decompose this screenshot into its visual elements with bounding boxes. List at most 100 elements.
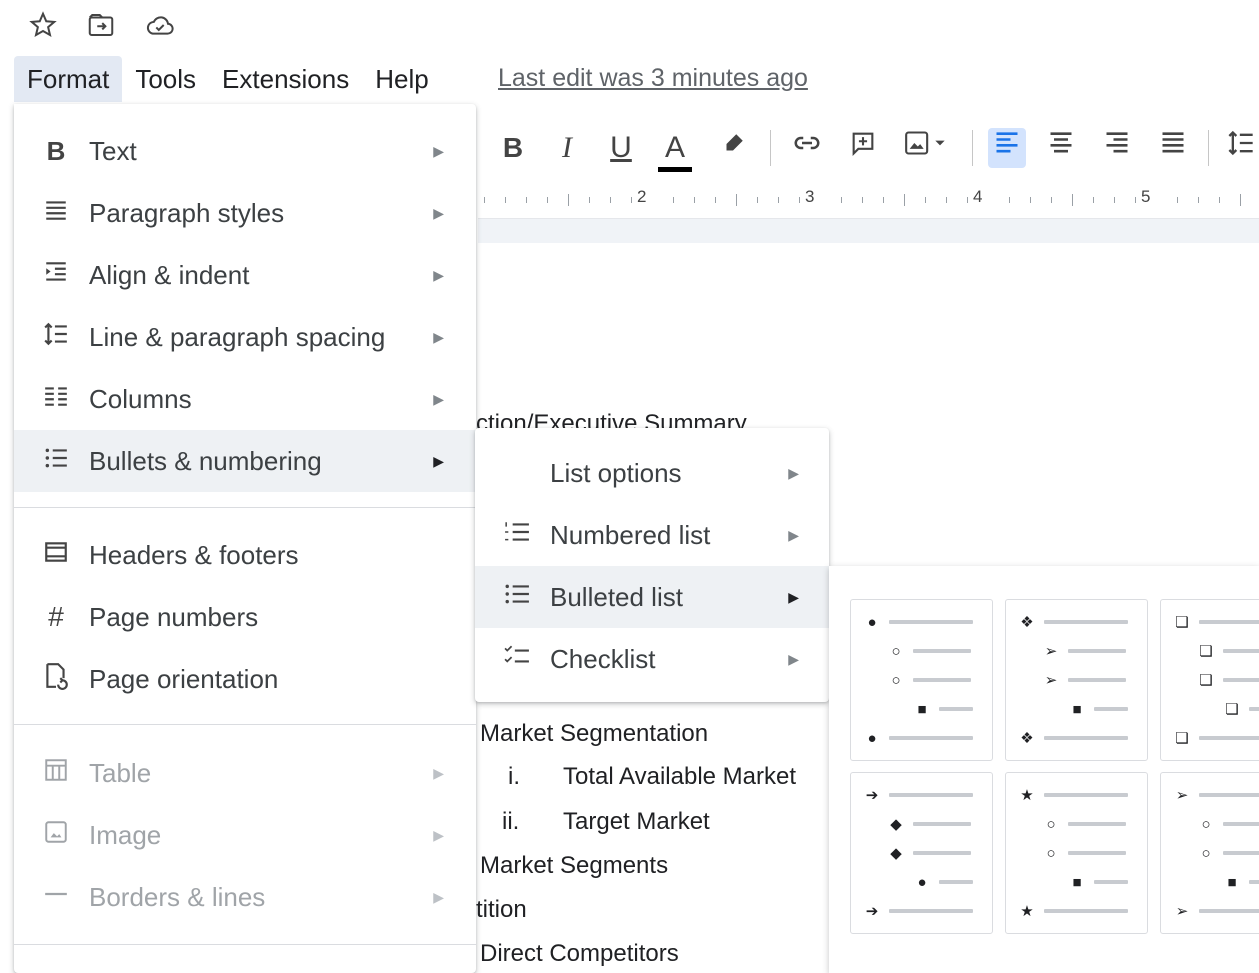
insert-link-button[interactable]	[788, 128, 826, 168]
bullet-glyph-icon: ○	[1201, 844, 1211, 862]
submenu-bulleted-list[interactable]: Bulleted list ▶	[475, 566, 829, 628]
italic-button[interactable]: I	[548, 128, 586, 168]
image-icon	[40, 819, 72, 852]
bullet-glyph-icon: ○	[1046, 815, 1056, 833]
underline-button[interactable]: U	[602, 128, 640, 168]
align-left-button[interactable]	[988, 128, 1026, 168]
bullet-preset-option[interactable]: ★ ○ ○ ■ ★	[1005, 772, 1148, 934]
align-right-button[interactable]	[1098, 128, 1136, 168]
ruler-tick	[526, 197, 527, 203]
bullet-preset-option[interactable]: ➢ ○ ○ ■ ➢	[1160, 772, 1259, 934]
format-menu-image[interactable]: Image ▶	[14, 804, 476, 866]
menu-item-label: Columns	[89, 383, 192, 414]
bold-button[interactable]: B	[494, 128, 532, 168]
bullet-preset-line: ❏	[1223, 698, 1259, 720]
menu-extensions[interactable]: Extensions	[209, 56, 362, 102]
align-center-button[interactable]	[1042, 128, 1080, 168]
menu-item-label: Checklist	[550, 643, 656, 674]
last-edit-link[interactable]: Last edit was 3 minutes ago	[498, 64, 808, 93]
bullet-preset-option[interactable]: ❏ ❏ ❏ ❏ ❏	[1160, 599, 1259, 761]
doc-line[interactable]: Direct Competitors	[480, 940, 679, 968]
bullet-preset-option[interactable]: ❖ ➢ ➢ ■ ❖	[1005, 599, 1148, 761]
format-menu-page-orientation[interactable]: Page orientation	[14, 648, 476, 710]
bullet-preset-text-line	[913, 678, 971, 682]
doc-line-numeral[interactable]: i.	[508, 763, 520, 791]
menu-help[interactable]: Help	[362, 56, 441, 102]
format-menu-text[interactable]: B Text ▶	[14, 120, 476, 182]
ruler-tick	[1177, 197, 1178, 203]
bullets-icon	[40, 445, 72, 478]
format-menu-table[interactable]: Table ▶	[14, 742, 476, 804]
bullet-preset-text-line	[1199, 736, 1259, 740]
bullet-preset-line: ●	[863, 727, 973, 749]
insert-image-button[interactable]	[896, 128, 956, 168]
format-menu-align-indent[interactable]: Align & indent ▶	[14, 244, 476, 306]
star-icon[interactable]	[28, 10, 58, 46]
bullet-preset-text-line	[1249, 707, 1259, 711]
numbered-list-icon	[501, 519, 533, 552]
cloud-saved-icon[interactable]	[144, 10, 176, 46]
format-menu-line-spacing[interactable]: Line & paragraph spacing ▶	[14, 306, 476, 368]
ruler[interactable]: 2 3 4 5	[478, 182, 1259, 219]
ruler-tick	[1135, 197, 1136, 203]
submenu-list-options[interactable]: List options ▶	[475, 442, 829, 504]
ruler-tick	[1009, 197, 1010, 203]
add-comment-button[interactable]	[844, 128, 882, 168]
doc-line[interactable]: Target Market	[563, 808, 710, 836]
format-menu: B Text ▶ Paragraph styles ▶ Align & inde…	[14, 104, 476, 973]
submenu-checklist[interactable]: Checklist ▶	[475, 628, 829, 690]
bullet-preset-line: ➢	[1042, 669, 1126, 691]
bullet-preset-text-line	[1044, 620, 1128, 624]
bullet-glyph-icon: ➢	[1175, 787, 1189, 804]
bullet-preset-option[interactable]: ● ○ ○ ■ ●	[850, 599, 993, 761]
format-menu-headers-footers[interactable]: Headers & footers	[14, 524, 476, 586]
bullet-glyph-icon: ❏	[1199, 643, 1213, 660]
line-spacing-button[interactable]	[1222, 128, 1259, 168]
highlight-color-button[interactable]	[714, 128, 752, 168]
doc-line[interactable]: tition	[476, 896, 527, 924]
bullet-preset-text-line	[1199, 793, 1259, 797]
menu-item-label: Text	[89, 135, 137, 166]
format-menu-paragraph-styles[interactable]: Paragraph styles ▶	[14, 182, 476, 244]
ruler-tick	[862, 197, 863, 203]
doc-line[interactable]: Total Available Market	[563, 763, 796, 791]
bullet-preset-text-line	[1068, 649, 1126, 653]
ruler-tick	[589, 197, 590, 203]
bullet-preset-text-line	[1094, 707, 1128, 711]
bullet-preset-line: ➢	[1173, 784, 1259, 806]
submenu-numbered-list[interactable]: Numbered list ▶	[475, 504, 829, 566]
format-menu-page-numbers[interactable]: # Page numbers	[14, 586, 476, 648]
doc-line-numeral[interactable]: ii.	[502, 808, 519, 836]
bullet-glyph-icon: ➔	[865, 903, 879, 920]
doc-line[interactable]: Market Segments	[480, 852, 668, 880]
format-menu-columns[interactable]: Columns ▶	[14, 368, 476, 430]
bullet-preset-option[interactable]: ➔ ◆ ◆ ● ➔	[850, 772, 993, 934]
text-color-button[interactable]: A	[656, 128, 694, 172]
ruler-tick	[1093, 197, 1094, 203]
ruler-tick	[1240, 194, 1241, 206]
format-menu-borders-lines[interactable]: Borders & lines ▶	[14, 866, 476, 928]
line-spacing-icon	[40, 321, 72, 354]
menu-format[interactable]: Format	[14, 56, 123, 102]
bullet-preset-text-line	[1199, 620, 1259, 624]
bullet-preset-text-line	[1223, 678, 1259, 682]
ruler-tick	[568, 194, 569, 206]
menu-item-label: Image	[89, 819, 162, 850]
bullet-glyph-icon: ■	[1072, 700, 1082, 718]
menu-tools[interactable]: Tools	[122, 56, 209, 102]
format-menu-bullets-numbering[interactable]: Bullets & numbering ▶	[14, 430, 476, 492]
doc-line[interactable]: Market Segmentation	[480, 720, 708, 748]
menu-item-label: Align & indent	[89, 259, 250, 290]
justify-button[interactable]	[1154, 128, 1192, 168]
bullet-preset-text-line	[889, 909, 973, 913]
headers-footers-icon	[40, 539, 72, 572]
bullet-preset-line: ➢	[1042, 640, 1126, 662]
bullet-preset-line: ◆	[887, 842, 971, 864]
ruler-tick	[757, 197, 758, 203]
move-to-folder-icon[interactable]	[86, 10, 116, 46]
align-center-icon	[1050, 132, 1072, 153]
ruler-tick	[799, 197, 800, 203]
menu-item-label: Page numbers	[89, 601, 259, 632]
bullet-preset-text-line	[889, 620, 973, 624]
bullet-glyph-icon: ➢	[1044, 643, 1058, 660]
